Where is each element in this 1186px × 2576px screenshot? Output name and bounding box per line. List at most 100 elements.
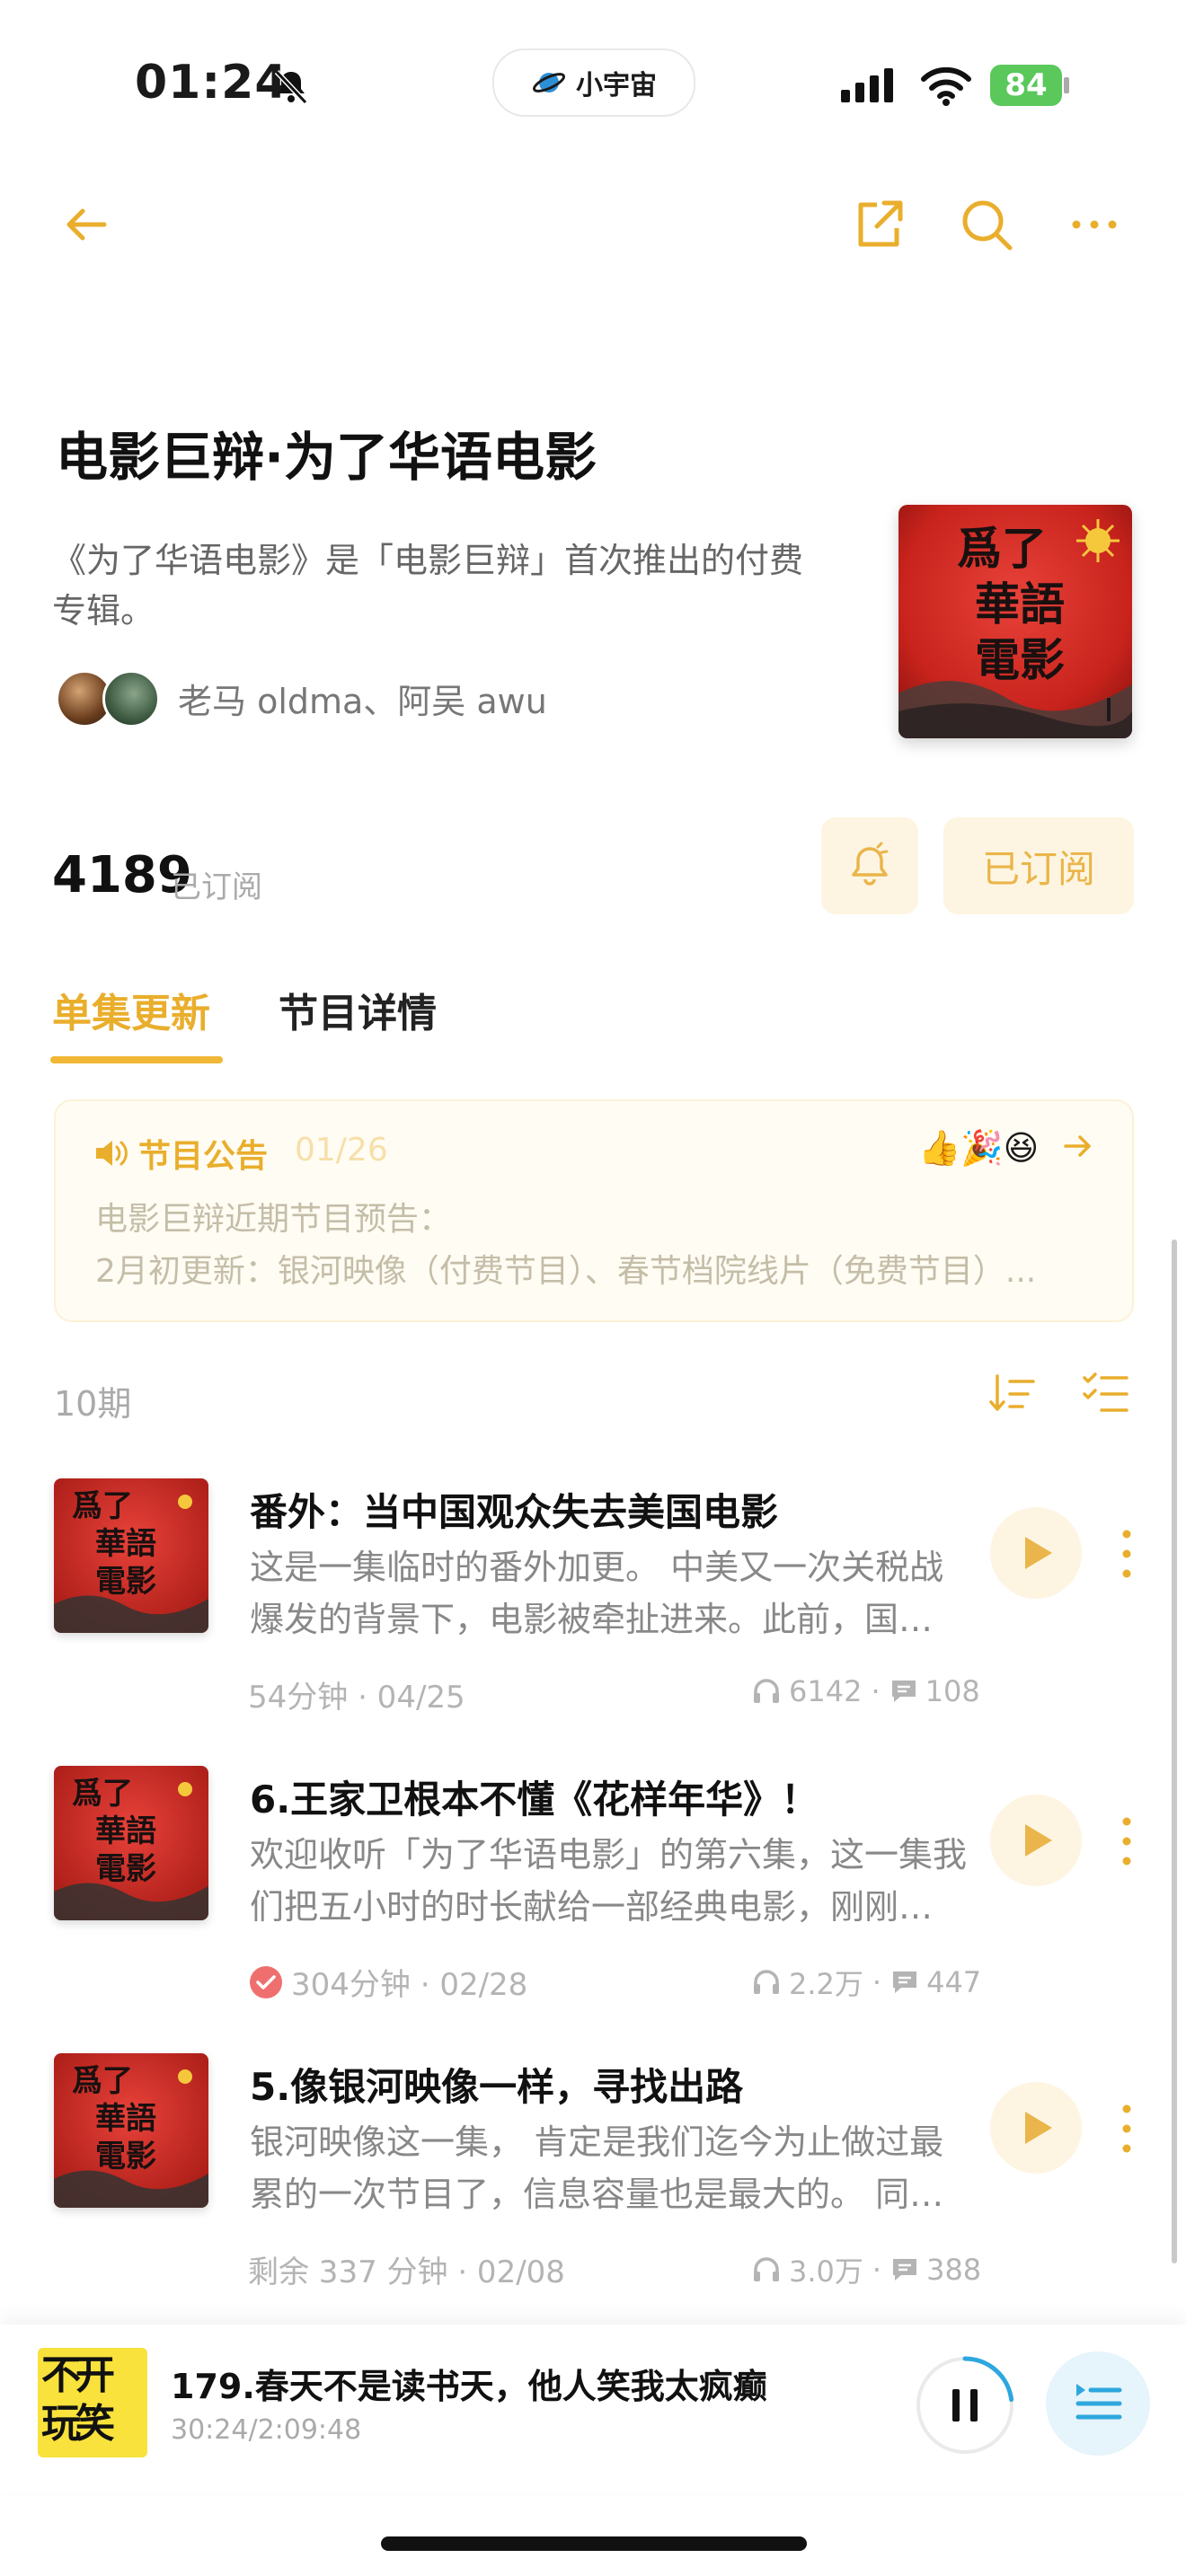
app-pill-label: 小宇宙 <box>576 70 657 101</box>
episode-duration-date: 剩余 337 分钟 · 02/08 <box>248 2254 565 2290</box>
episode-title[interactable]: 6.王家卫根本不懂《花样年华》！ <box>250 1769 819 1824</box>
episode-description[interactable]: 欢迎收听「为了华语电影」的第六集，这一集我 们把五小时的时长献给一部经典电影，刚… <box>250 1829 969 1933</box>
episode-description-line: 银河映像这一集， 肯定是我们迄今为止做过最 <box>250 2122 944 2162</box>
comment-icon <box>893 1972 917 1993</box>
multi-select-icon[interactable] <box>1082 1369 1130 1417</box>
battery-indicator: 84 <box>990 65 1062 106</box>
cover-line: 電影 <box>95 1564 156 1600</box>
bell-icon <box>852 842 889 886</box>
share-icon[interactable] <box>850 196 907 253</box>
episode-play-count: 6142 <box>789 1674 863 1708</box>
player-title[interactable]: 179.春天不是读书天，他人笑我太疯癫 <box>171 2359 767 2408</box>
announcement-emojis: 👍🎉😆 <box>918 1128 1040 1168</box>
player-cover-text: 不开 玩笑 <box>41 2351 115 2448</box>
cover-line: 華語 <box>95 1813 156 1849</box>
episode-meta: 剩余 337 分钟 · 02/08 <box>248 2247 565 2291</box>
episode-more-icon[interactable] <box>1118 1814 1136 1868</box>
cover-line: 華語 <box>975 578 1065 631</box>
comment-icon <box>893 2259 917 2280</box>
scrollbar[interactable] <box>1172 1239 1177 2263</box>
episode-play-button[interactable] <box>990 1795 1082 1886</box>
episode-description[interactable]: 银河映像这一集， 肯定是我们迄今为止做过最 累的一次节目了，信息容量也是最大的。… <box>250 2116 969 2220</box>
back-arrow-icon[interactable] <box>58 196 115 253</box>
bell-off-icon <box>274 69 308 105</box>
episode-title[interactable]: 5.像银河映像一样，寻找出路 <box>250 2057 743 2112</box>
headphones-icon <box>754 1679 779 1703</box>
cover-line: 爲了 <box>72 1776 133 1812</box>
episode-more-icon[interactable] <box>1118 2102 1136 2156</box>
episode-cover[interactable]: 爲了 華語 電影 <box>54 2053 208 2208</box>
stats-separator: · <box>872 1965 882 1999</box>
cover-title: 爲了 華語 電影 <box>925 521 1078 688</box>
signal-icon <box>841 68 893 102</box>
episode-comment-count: 388 <box>926 2253 982 2287</box>
notify-bell-button[interactable] <box>821 817 918 914</box>
episode-duration-date: 304分钟 · 02/28 <box>291 1967 528 2003</box>
episode-play-count: 2.2万 <box>789 1967 863 2001</box>
speaker-icon <box>96 1141 128 1166</box>
cover-line: 電影 <box>95 1851 156 1887</box>
episode-more-icon[interactable] <box>1118 1527 1136 1581</box>
cover-line: 華語 <box>95 2101 156 2137</box>
host-avatar[interactable] <box>102 670 160 728</box>
episode-cover[interactable]: 爲了 華語 電影 <box>54 1478 208 1633</box>
episode-play-count: 3.0万 <box>789 2254 863 2289</box>
podcast-hosts[interactable]: 老马 oldma、阿吴 awu <box>178 674 547 723</box>
episode-cover-text: 爲了 華語 電影 <box>72 1487 156 1601</box>
subscribe-button[interactable]: 已订阅 <box>943 817 1134 914</box>
more-icon[interactable] <box>1066 196 1123 253</box>
episode-play-button[interactable] <box>990 2082 1082 2174</box>
episode-meta: 54分钟 · 04/25 <box>248 1672 465 1716</box>
podcast-title: 电影巨辩·为了华语电影 <box>56 427 597 488</box>
announcement-line: 2月初更新：银河映像（付费节目）、春节档院线片（免费节目）... <box>95 1253 1037 1290</box>
battery-tip <box>1064 77 1069 93</box>
played-check-icon <box>250 1965 282 1998</box>
player-cover-line: 不开 <box>41 2352 115 2398</box>
home-indicator[interactable] <box>381 2536 807 2551</box>
search-icon[interactable] <box>958 196 1015 253</box>
episode-description-line: 累的一次节目了，信息容量也是最大的。 同… <box>250 2175 944 2214</box>
cover-line: 爲了 <box>72 1488 133 1524</box>
cover-line: 電影 <box>975 633 1065 686</box>
stats-separator: · <box>872 2253 882 2287</box>
cover-line: 爲了 <box>72 2063 133 2099</box>
podcast-cover: 爲了 華語 電影 <box>898 505 1132 738</box>
play-icon <box>1025 1537 1052 1569</box>
announcement-header: 节目公告 <box>93 1130 268 1177</box>
episode-count: 10期 <box>54 1384 132 1424</box>
episode-description-line: 们把五小时的时长献给一部经典电影，刚刚… <box>250 1887 934 1927</box>
cover-line: 華語 <box>95 1526 156 1562</box>
episode-description-line: 这是一集临时的番外加更。 中美又一次关税战 <box>250 1548 944 1587</box>
tab-active-underline <box>50 1056 223 1063</box>
planet-icon <box>532 73 566 93</box>
episode-description-line: 欢迎收听「为了华语电影」的第六集，这一集我 <box>250 1835 968 1875</box>
headphones-icon <box>754 2257 779 2281</box>
playlist-button[interactable] <box>1046 2351 1150 2456</box>
episode-description-line: 爆发的背景下，电影被牵扯进来。此前，国… <box>250 1600 934 1639</box>
episode-description[interactable]: 这是一集临时的番外加更。 中美又一次关税战 爆发的背景下，电影被牵扯进来。此前，… <box>250 1541 969 1645</box>
player-cover-line: 玩笑 <box>41 2401 115 2447</box>
cover-line: 爲了 <box>957 522 1047 575</box>
arrow-right-icon[interactable] <box>1062 1130 1094 1162</box>
player-cover[interactable]: 不开 玩笑 <box>38 2348 147 2457</box>
announcement-line: 电影巨辩近期节目预告： <box>95 1201 452 1238</box>
podcast-description[interactable]: 《为了华语电影》是「电影巨辩」首次推出的付费专辑。 <box>52 535 807 636</box>
announcement-label: 节目公告 <box>138 1138 269 1175</box>
subscriber-label: 已订阅 <box>171 869 262 905</box>
episode-duration-date: 54分钟 · 04/25 <box>248 1680 465 1716</box>
tab-details[interactable]: 节目详情 <box>279 981 437 1038</box>
app-pill[interactable]: 小宇宙 <box>492 49 695 117</box>
sort-order-icon[interactable] <box>988 1369 1037 1417</box>
episode-stats: 3.0万 · 388 <box>751 2249 981 2290</box>
episode-cover-text: 爲了 華語 電影 <box>72 2062 156 2175</box>
episode-cover[interactable]: 爲了 華語 電影 <box>54 1766 208 1920</box>
play-icon <box>1025 2112 1052 2144</box>
tab-episodes[interactable]: 单集更新 <box>52 981 210 1038</box>
playlist-icon <box>1075 2384 1122 2420</box>
pause-button[interactable] <box>913 2353 1017 2457</box>
player-time: 30:24/2:09:48 <box>171 2414 362 2446</box>
episode-stats: 6142 · 108 <box>751 1674 980 1708</box>
episode-play-button[interactable] <box>990 1507 1082 1599</box>
episode-title[interactable]: 番外：当中国观众失去美国电影 <box>250 1482 778 1537</box>
wifi-icon <box>921 66 971 106</box>
